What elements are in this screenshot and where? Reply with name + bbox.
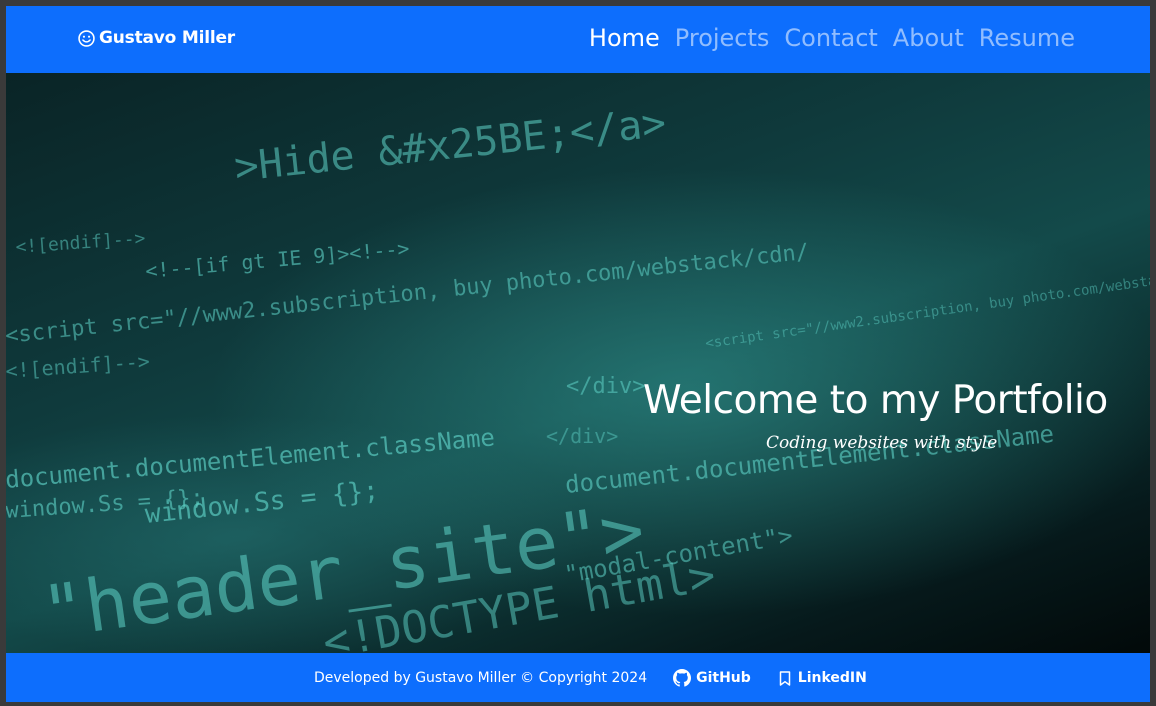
nav-about[interactable]: About [893, 24, 964, 52]
browser-viewport: Gustavo Miller Home Projects Contact Abo… [6, 6, 1150, 702]
code-fragment: <![endif]--> [6, 349, 150, 383]
nav-resume[interactable]: Resume [979, 24, 1075, 52]
footer-content: Developed by Gustavo Miller © Copyright … [314, 669, 867, 687]
nav-links: Home Projects Contact About Resume [589, 24, 1075, 52]
brand[interactable]: Gustavo Miller [78, 28, 235, 48]
bookmark-icon [779, 670, 791, 686]
navbar: Gustavo Miller Home Projects Contact Abo… [6, 6, 1150, 73]
hero-banner: >Hide &#x25BE;</a> <!--[if gt IE 9]><!--… [6, 73, 1150, 653]
code-fragment: </div> [566, 374, 645, 399]
github-icon [673, 669, 692, 687]
footer: Developed by Gustavo Miller © Copyright … [6, 653, 1150, 702]
nav-contact[interactable]: Contact [784, 24, 877, 52]
code-fragment: </div> [546, 424, 618, 448]
github-link[interactable]: GitHub [673, 669, 751, 687]
code-fragment: >Hide &#x25BE;</a> [232, 100, 668, 191]
code-background-image: >Hide &#x25BE;</a> <!--[if gt IE 9]><!--… [6, 100, 1150, 653]
hero-subtitle: Coding websites with style [766, 433, 998, 453]
linkedin-label: LinkedIN [797, 670, 867, 686]
code-fragment: document.documentElement.className [6, 423, 496, 494]
hero-title: Welcome to my Portfolio [643, 378, 1108, 423]
code-fragment: <!--[if gt IE 9]><!--> [144, 236, 410, 283]
smiley-icon [78, 29, 95, 47]
code-fragment: <![endif]--> [15, 228, 146, 258]
github-label: GitHub [696, 670, 751, 686]
linkedin-link[interactable]: LinkedIN [777, 670, 867, 687]
nav-home[interactable]: Home [589, 24, 660, 52]
copyright-text: Developed by Gustavo Miller © Copyright … [314, 670, 648, 686]
code-fragment: <script src="//www2.subscription, buy ph… [704, 265, 1150, 352]
nav-projects[interactable]: Projects [675, 24, 770, 52]
code-fragment: window.Ss = {}; [144, 476, 381, 530]
brand-name: Gustavo Miller [99, 28, 235, 48]
